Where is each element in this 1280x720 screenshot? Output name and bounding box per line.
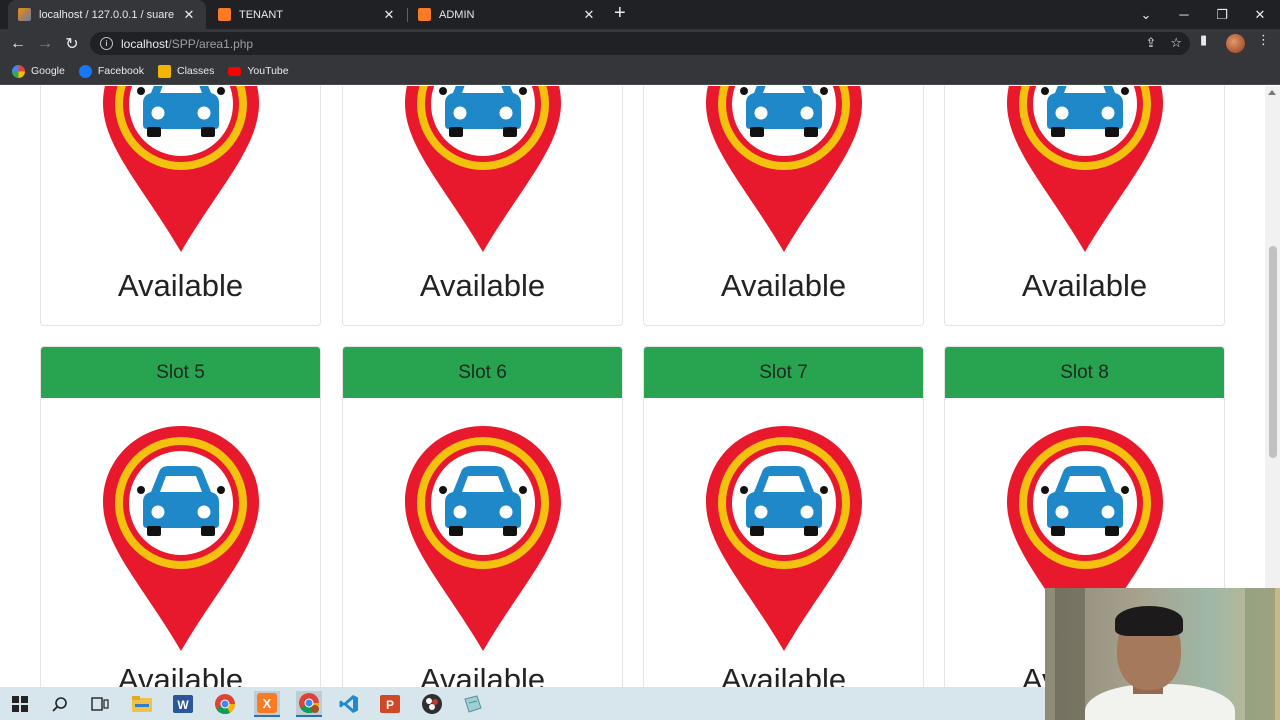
- parking-location-pin-icon: [706, 86, 862, 252]
- address-bar[interactable]: i localhost/SPP/area1.php ⇪ ☆: [90, 32, 1190, 55]
- notes-icon[interactable]: [460, 691, 486, 717]
- vscode-icon[interactable]: [336, 691, 362, 717]
- facebook-icon: [78, 64, 92, 78]
- parking-location-pin-icon: [103, 426, 259, 651]
- tab-title: TENANT: [239, 8, 283, 21]
- tab-tenant[interactable]: TENANT ✕: [208, 0, 406, 29]
- svg-text:X: X: [263, 696, 272, 711]
- close-icon[interactable]: ✕: [182, 7, 196, 23]
- back-button[interactable]: ←: [7, 33, 29, 55]
- slot-status: Available: [117, 268, 244, 303]
- url-host: localhost: [121, 36, 169, 51]
- slot-status: Available: [117, 662, 244, 687]
- slot-card[interactable]: Available: [944, 86, 1225, 326]
- task-view-icon[interactable]: [87, 691, 113, 717]
- xampp-icon[interactable]: X: [254, 691, 280, 717]
- url-path: /SPP/area1.php: [168, 36, 254, 51]
- parking-location-pin-icon: [103, 86, 259, 252]
- tab-admin[interactable]: ADMIN ✕: [408, 0, 606, 29]
- tab-strip: localhost / 127.0.0.1 / suarez_par ✕ TEN…: [0, 0, 1280, 29]
- chrome-profile-icon[interactable]: [296, 691, 322, 717]
- slot-card-6[interactable]: Slot 6 Available: [342, 346, 623, 687]
- file-explorer-icon[interactable]: [129, 691, 155, 717]
- slot-status: Available: [720, 268, 847, 303]
- youtube-icon: [228, 66, 242, 76]
- browser-toolbar: ← → ↻ i localhost/SPP/area1.php ⇪ ☆ ▮ ⋮: [0, 29, 1280, 58]
- svg-text:W: W: [177, 698, 189, 712]
- address-actions: ⇪ ☆: [1145, 35, 1182, 51]
- bookmark-star-icon[interactable]: ☆: [1170, 35, 1182, 51]
- parking-location-pin-icon: [1007, 86, 1163, 252]
- share-icon[interactable]: ⇪: [1145, 35, 1156, 51]
- new-tab-button[interactable]: +: [614, 2, 626, 25]
- tab-title: ADMIN: [439, 8, 475, 21]
- profile-avatar[interactable]: [1226, 34, 1245, 53]
- slot-card[interactable]: Available: [643, 86, 924, 326]
- slot-card[interactable]: Available: [342, 86, 623, 326]
- tab-search-button[interactable]: ⌄: [1127, 0, 1165, 29]
- slot-header: Slot 8: [945, 347, 1224, 398]
- address-url: localhost/SPP/area1.php: [121, 37, 253, 51]
- word-icon[interactable]: W: [170, 691, 196, 717]
- bookmark-label: Classes: [176, 65, 215, 77]
- parking-location-pin-icon: [706, 426, 862, 651]
- webcam-person-hair: [1115, 606, 1183, 636]
- google-icon: [12, 64, 25, 78]
- slot-header: Slot 7: [644, 347, 923, 398]
- powerpoint-icon[interactable]: P: [377, 691, 403, 717]
- close-icon[interactable]: ✕: [582, 7, 596, 23]
- webcam-background: [1055, 588, 1085, 720]
- reload-button[interactable]: ↻: [61, 33, 83, 55]
- minimize-button[interactable]: ─: [1165, 0, 1203, 29]
- forward-button[interactable]: →: [34, 33, 56, 55]
- tab-title: localhost / 127.0.0.1 / suarez_par: [39, 8, 174, 21]
- webcam-overlay: [1045, 588, 1280, 720]
- slot-status: Available: [1021, 268, 1148, 303]
- bookmark-facebook[interactable]: Facebook: [78, 64, 144, 78]
- slot-card-7[interactable]: Slot 7 Available: [643, 346, 924, 687]
- tab-phpmyadmin[interactable]: localhost / 127.0.0.1 / suarez_par ✕: [8, 0, 206, 29]
- info-icon[interactable]: i: [100, 37, 113, 50]
- chrome-icon[interactable]: [212, 691, 238, 717]
- bookmarks-bar: Google Facebook Classes YouTube: [0, 58, 1280, 85]
- bookmark-google[interactable]: Google: [12, 64, 65, 78]
- slot-card-5[interactable]: Slot 5 Available: [40, 346, 321, 687]
- parking-location-pin-icon: [405, 86, 561, 252]
- webcam-background: [1245, 588, 1275, 720]
- obs-icon[interactable]: [419, 691, 445, 717]
- slot-header: Slot 5: [41, 347, 320, 398]
- menu-icon[interactable]: ⋮: [1257, 32, 1270, 48]
- bookmark-label: Facebook: [97, 65, 144, 77]
- classes-icon: [157, 64, 171, 78]
- svg-text:P: P: [386, 698, 394, 712]
- slot-card[interactable]: Available: [40, 86, 321, 326]
- side-panel-icon[interactable]: ▮: [1200, 32, 1207, 48]
- parking-location-pin-icon: [405, 426, 561, 651]
- maximize-button[interactable]: ❐: [1203, 0, 1241, 29]
- scroll-thumb[interactable]: [1269, 246, 1277, 458]
- scroll-up-arrow-icon[interactable]: [1268, 90, 1276, 95]
- close-window-button[interactable]: ✕: [1241, 0, 1279, 29]
- bookmark-youtube[interactable]: YouTube: [228, 65, 289, 77]
- close-icon[interactable]: ✕: [382, 7, 396, 23]
- slot-status: Available: [419, 662, 546, 687]
- slot-header: Slot 6: [343, 347, 622, 398]
- bookmark-classes[interactable]: Classes: [157, 64, 215, 78]
- xampp-icon: [218, 8, 231, 21]
- xampp-icon: [418, 8, 431, 21]
- phpmyadmin-icon: [18, 8, 31, 21]
- bookmark-label: YouTube: [247, 65, 289, 77]
- slot-status: Available: [720, 662, 847, 687]
- windows-start-icon[interactable]: [7, 691, 33, 717]
- bookmark-label: Google: [31, 65, 65, 77]
- slot-status: Available: [419, 268, 546, 303]
- search-icon[interactable]: [47, 691, 73, 717]
